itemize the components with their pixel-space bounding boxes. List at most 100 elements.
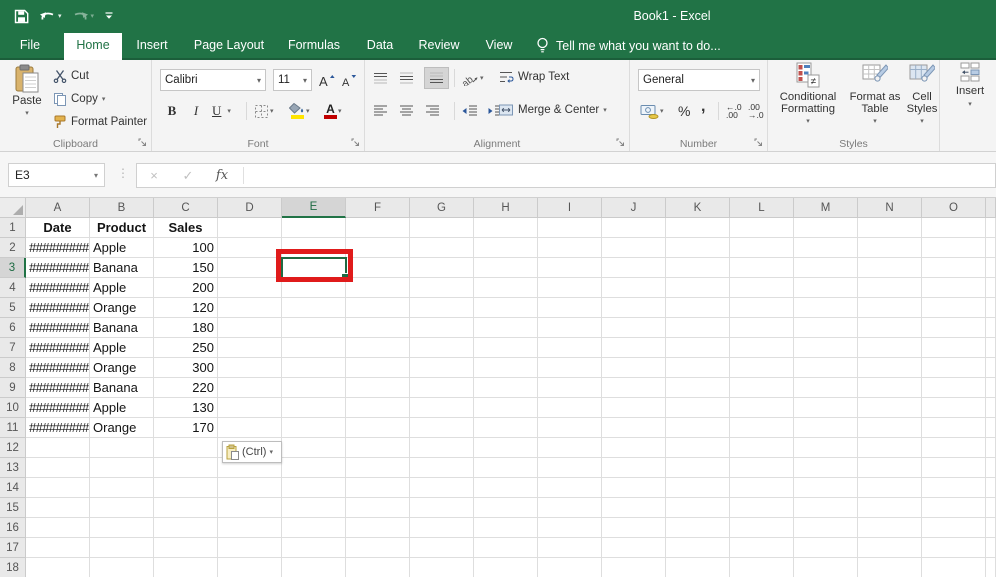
column-header-L[interactable]: L xyxy=(730,198,794,218)
cell-L4[interactable] xyxy=(730,278,794,298)
column-header-A[interactable]: A xyxy=(26,198,90,218)
cell-H12[interactable] xyxy=(474,438,538,458)
cell-L5[interactable] xyxy=(730,298,794,318)
row-header-11[interactable]: 11 xyxy=(0,418,26,438)
cell-M1[interactable] xyxy=(794,218,858,238)
cell-G5[interactable] xyxy=(410,298,474,318)
column-header-B[interactable]: B xyxy=(90,198,154,218)
cell-N9[interactable] xyxy=(858,378,922,398)
cell-J17[interactable] xyxy=(602,538,666,558)
cell-I16[interactable] xyxy=(538,518,602,538)
cell-D15[interactable] xyxy=(218,498,282,518)
cell-A14[interactable] xyxy=(26,478,90,498)
cell-J6[interactable] xyxy=(602,318,666,338)
cell-L17[interactable] xyxy=(730,538,794,558)
cell-H10[interactable] xyxy=(474,398,538,418)
cell-O18[interactable] xyxy=(922,558,986,577)
conditional-formatting-button[interactable]: ≠ Conditional Formatting ▾ xyxy=(770,62,846,128)
cell-E12[interactable] xyxy=(282,438,346,458)
cell-K12[interactable] xyxy=(666,438,730,458)
cell-I17[interactable] xyxy=(538,538,602,558)
conditional-formatting-dropdown-icon[interactable]: ▾ xyxy=(806,116,810,128)
cell-H5[interactable] xyxy=(474,298,538,318)
cell-C10[interactable]: 130 xyxy=(154,398,218,418)
cell-L14[interactable] xyxy=(730,478,794,498)
cell-B6[interactable]: Banana xyxy=(90,318,154,338)
cell-D16[interactable] xyxy=(218,518,282,538)
customize-qat-button[interactable] xyxy=(104,11,114,21)
cell-G18[interactable] xyxy=(410,558,474,577)
cell-I8[interactable] xyxy=(538,358,602,378)
cell-J1[interactable] xyxy=(602,218,666,238)
cell-K15[interactable] xyxy=(666,498,730,518)
cell-F13[interactable] xyxy=(346,458,410,478)
cell-K6[interactable] xyxy=(666,318,730,338)
cell-D4[interactable] xyxy=(218,278,282,298)
cell-H13[interactable] xyxy=(474,458,538,478)
cell-B17[interactable] xyxy=(90,538,154,558)
copy-button[interactable]: Copy ▾ xyxy=(53,89,105,109)
cell-G9[interactable] xyxy=(410,378,474,398)
cell-H15[interactable] xyxy=(474,498,538,518)
decrease-font-size-button[interactable]: A xyxy=(341,69,357,91)
paste-dropdown-icon[interactable]: ▾ xyxy=(25,109,29,117)
cell-D3[interactable] xyxy=(218,258,282,278)
cell-N7[interactable] xyxy=(858,338,922,358)
comma-style-button[interactable]: , xyxy=(701,96,705,118)
cell-H1[interactable] xyxy=(474,218,538,238)
cell-E17[interactable] xyxy=(282,538,346,558)
italic-button[interactable]: I xyxy=(189,100,203,122)
cell-B15[interactable] xyxy=(90,498,154,518)
column-header-N[interactable]: N xyxy=(858,198,922,218)
underline-button[interactable]: U ▾ xyxy=(212,100,231,122)
cell-D10[interactable] xyxy=(218,398,282,418)
cell-M15[interactable] xyxy=(794,498,858,518)
cell-O12[interactable] xyxy=(922,438,986,458)
cell-B18[interactable] xyxy=(90,558,154,577)
cell-O2[interactable] xyxy=(922,238,986,258)
column-header-E[interactable]: E xyxy=(282,198,346,218)
name-box[interactable]: E3 ▾ xyxy=(8,163,105,187)
row-header-5[interactable]: 5 xyxy=(0,298,26,318)
cell-O9[interactable] xyxy=(922,378,986,398)
cell-G10[interactable] xyxy=(410,398,474,418)
accounting-format-button[interactable]: ▾ xyxy=(640,100,664,122)
row-header-15[interactable]: 15 xyxy=(0,498,26,518)
cell-L12[interactable] xyxy=(730,438,794,458)
cell-styles-button[interactable]: Cell Styles ▾ xyxy=(904,62,940,128)
cell-B7[interactable]: Apple xyxy=(90,338,154,358)
cell-G17[interactable] xyxy=(410,538,474,558)
column-header-F[interactable]: F xyxy=(346,198,410,218)
cell-J12[interactable] xyxy=(602,438,666,458)
cell-A9[interactable]: ######### xyxy=(26,378,90,398)
cell-E9[interactable] xyxy=(282,378,346,398)
select-all-button[interactable] xyxy=(0,198,26,218)
cell-J18[interactable] xyxy=(602,558,666,577)
cell-E18[interactable] xyxy=(282,558,346,577)
cell-I13[interactable] xyxy=(538,458,602,478)
cell-A5[interactable]: ######### xyxy=(26,298,90,318)
cell-G12[interactable] xyxy=(410,438,474,458)
cell-C13[interactable] xyxy=(154,458,218,478)
cell-G7[interactable] xyxy=(410,338,474,358)
cell-M13[interactable] xyxy=(794,458,858,478)
cell-N18[interactable] xyxy=(858,558,922,577)
cell-E1[interactable] xyxy=(282,218,346,238)
cell-F5[interactable] xyxy=(346,298,410,318)
cell-J2[interactable] xyxy=(602,238,666,258)
cell-A6[interactable]: ######### xyxy=(26,318,90,338)
cell-A8[interactable]: ######### xyxy=(26,358,90,378)
cell-O11[interactable] xyxy=(922,418,986,438)
font-dialog-launcher[interactable] xyxy=(351,138,361,148)
cell-D7[interactable] xyxy=(218,338,282,358)
cell-D9[interactable] xyxy=(218,378,282,398)
borders-button[interactable]: ▾ xyxy=(254,100,274,122)
cell-H4[interactable] xyxy=(474,278,538,298)
cell-I14[interactable] xyxy=(538,478,602,498)
row-header-10[interactable]: 10 xyxy=(0,398,26,418)
cell-K8[interactable] xyxy=(666,358,730,378)
cell-K7[interactable] xyxy=(666,338,730,358)
cell-G4[interactable] xyxy=(410,278,474,298)
cell-O3[interactable] xyxy=(922,258,986,278)
cell-M4[interactable] xyxy=(794,278,858,298)
